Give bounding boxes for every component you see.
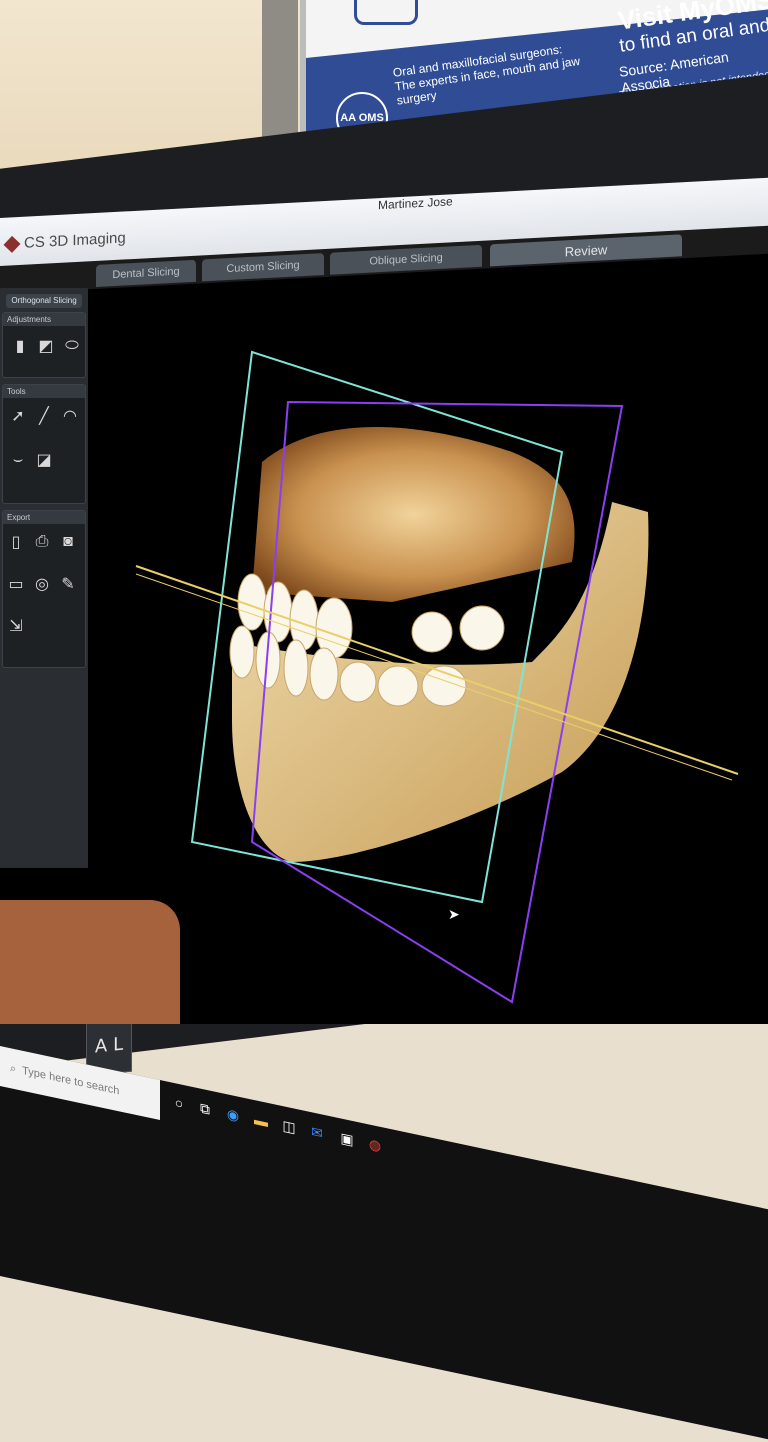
tab-dental-slicing[interactable]: Dental Slicing	[96, 259, 196, 287]
chrome-icon[interactable]: ◍	[364, 1131, 386, 1158]
store-icon[interactable]: ◫	[278, 1113, 300, 1140]
contrast-icon[interactable]: ▮	[9, 335, 31, 357]
tab-label: Custom Slicing	[226, 259, 300, 276]
folder-icon[interactable]: ▭	[5, 573, 27, 595]
task-view-icon[interactable]: ⧉	[194, 1095, 216, 1122]
app-icon[interactable]: ▣	[336, 1125, 358, 1152]
tab-oblique-slicing[interactable]: Oblique Slicing	[330, 244, 482, 275]
search-icon: ⌕	[10, 1061, 17, 1075]
mode-label-text: Orthogonal Slicing	[11, 296, 77, 305]
tab-label: Review	[564, 241, 608, 259]
left-tool-panel: Orthogonal Slicing Adjustments ▮ ◩ ⬭ Too…	[0, 288, 88, 868]
mail-icon[interactable]: ✉	[306, 1119, 328, 1146]
pointer-arrow-icon[interactable]: ➚	[7, 405, 29, 427]
tools-panel: Tools ➚ ╱ ◠ ⌣ ◪	[2, 384, 86, 504]
mouse-cursor-icon: ➤	[448, 906, 460, 922]
file-explorer-icon[interactable]: ▬	[250, 1107, 272, 1134]
ruler-icon[interactable]: ╱	[33, 405, 55, 427]
disc-icon[interactable]: ◎	[31, 573, 53, 595]
search-placeholder: Type here to search	[22, 1064, 120, 1098]
poster-sign-icon	[354, 0, 418, 25]
3d-render-viewport[interactable]	[92, 302, 768, 1024]
mouse-icon[interactable]: ⬭	[61, 335, 83, 357]
printer-icon[interactable]: ⎙	[31, 531, 53, 553]
brand-logo-icon	[3, 235, 21, 253]
orientation-label-l: L	[113, 1033, 124, 1056]
tab-custom-slicing[interactable]: Custom Slicing	[202, 253, 324, 282]
jaw-annotation-icon[interactable]: ⌣	[7, 449, 29, 471]
orthogonal-slicing-button[interactable]: Orthogonal Slicing	[6, 294, 82, 308]
angle-icon[interactable]: ◠	[59, 405, 81, 427]
tab-review[interactable]: Review	[490, 234, 682, 267]
windows-taskbar: ⌕ Type here to search ○ ⧉ ◉ ▬ ◫ ✉ ▣ ◍	[0, 1046, 768, 1442]
orientation-label-a: A	[94, 1034, 108, 1057]
adjustments-panel: Adjustments ▮ ◩ ⬭	[2, 312, 86, 378]
export-arrow-icon[interactable]: ⇲	[5, 615, 27, 637]
render-preset-icon[interactable]: ◩	[35, 335, 57, 357]
slice-plane-icon[interactable]: ◪	[33, 449, 55, 471]
notes-icon[interactable]: ✎	[57, 573, 79, 595]
document-icon[interactable]: ▯	[5, 531, 27, 553]
panel-header: Tools	[3, 385, 85, 398]
camera-icon[interactable]: ◙	[57, 531, 79, 553]
app-brand: CS 3D Imaging	[3, 229, 126, 253]
edge-browser-icon[interactable]: ◉	[222, 1101, 244, 1128]
tab-label: Oblique Slicing	[369, 251, 443, 268]
panel-header: Adjustments	[3, 313, 85, 326]
export-panel: Export ▯ ⎙ ◙ ▭ ◎ ✎ ⇲	[2, 510, 86, 668]
panel-header: Export	[3, 511, 85, 524]
brand-name: CS 3D Imaging	[24, 229, 126, 252]
maxilla-bone	[252, 427, 575, 602]
tab-label: Dental Slicing	[112, 265, 180, 282]
cortana-icon[interactable]: ○	[168, 1090, 190, 1117]
patient-name-title: Martinez Jose	[378, 194, 453, 213]
wooden-desk	[0, 900, 180, 1024]
skull-render-svg	[135, 350, 739, 1004]
